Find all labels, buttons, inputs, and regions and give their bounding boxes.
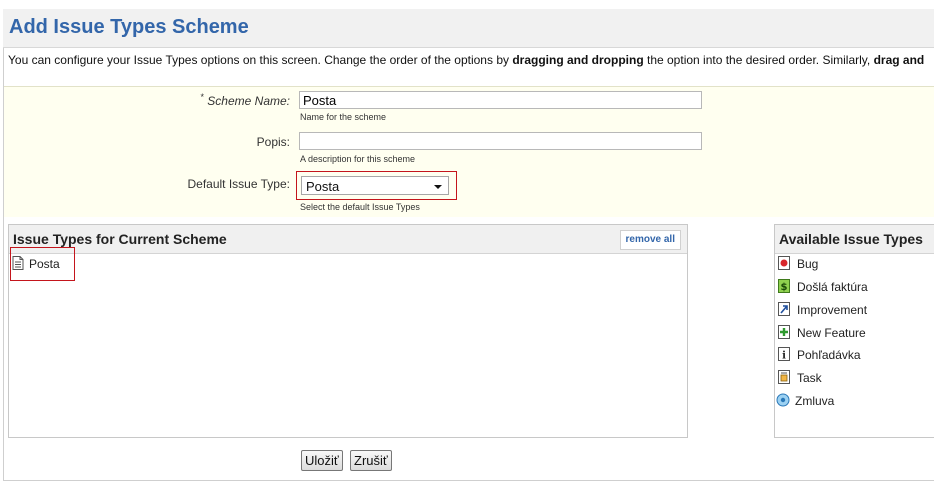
available-item-label: Zmluva: [795, 394, 835, 408]
available-item-new-feature[interactable]: New Feature: [778, 325, 928, 341]
default-issue-type-highlight: Posta: [296, 171, 457, 200]
scheme-name-label-text: Scheme Name:: [207, 94, 290, 108]
available-item-dosla-faktura[interactable]: $ Došlá faktúra: [778, 279, 928, 295]
default-issue-type-label: Default Issue Type:: [187, 177, 290, 191]
available-types-header: Available Issue Types: [775, 225, 934, 254]
new-feature-icon: [778, 325, 790, 339]
description-mid: the option into the desired order. Simil…: [643, 53, 874, 67]
scheme-name-label: * Scheme Name:: [200, 92, 290, 108]
improvement-icon: [778, 302, 790, 316]
save-button[interactable]: Uložiť: [301, 450, 343, 471]
default-issue-type-select[interactable]: Posta: [301, 176, 449, 195]
available-item-zmluva[interactable]: Zmluva: [776, 393, 926, 409]
description-prefix: You can configure your Issue Types optio…: [8, 53, 513, 67]
scheme-name-input[interactable]: [299, 91, 702, 109]
chevron-down-icon: [434, 185, 442, 189]
invoice-icon: $: [778, 279, 790, 293]
cancel-button[interactable]: Zrušiť: [350, 450, 392, 471]
scheme-name-hint: Name for the scheme: [300, 112, 387, 122]
available-item-pohladavka[interactable]: i Pohľadávka: [778, 347, 928, 363]
page-title: Add Issue Types Scheme: [9, 16, 249, 38]
svg-text:i: i: [782, 351, 786, 362]
remove-all-button[interactable]: remove all: [619, 230, 681, 250]
available-item-bug[interactable]: Bug: [778, 256, 928, 272]
available-item-label: Došlá faktúra: [797, 280, 868, 294]
current-item-highlight: [10, 247, 75, 281]
contract-icon: [776, 393, 790, 407]
available-item-label: Improvement: [797, 303, 868, 317]
popis-label: Popis:: [256, 135, 290, 149]
task-icon: [778, 370, 790, 384]
available-item-improvement[interactable]: Improvement: [778, 302, 928, 318]
svg-text:$: $: [781, 282, 788, 293]
popis-input[interactable]: [299, 132, 702, 150]
bug-icon: [778, 256, 790, 270]
required-marker: *: [200, 92, 204, 102]
available-types-title: Available Issue Types: [779, 231, 923, 247]
current-scheme-title: Issue Types for Current Scheme: [13, 231, 227, 247]
info-icon: i: [778, 347, 790, 361]
available-item-label: Task: [797, 371, 822, 385]
available-item-label: Pohľadávka: [797, 348, 861, 362]
available-item-label: Bug: [797, 257, 819, 271]
current-scheme-header: Issue Types for Current Scheme remove al…: [9, 225, 687, 254]
default-issue-type-value: Posta: [306, 179, 340, 194]
page-description: You can configure your Issue Types optio…: [8, 53, 924, 67]
popis-hint: A description for this scheme: [300, 154, 416, 164]
description-bold-2: drag and: [873, 53, 925, 67]
available-item-task[interactable]: Task: [778, 370, 928, 386]
available-item-label: New Feature: [797, 326, 866, 340]
description-bold-1: dragging and dropping: [512, 53, 644, 67]
default-issue-type-hint: Select the default Issue Types: [300, 202, 420, 212]
current-scheme-panel[interactable]: Issue Types for Current Scheme remove al…: [8, 224, 688, 438]
